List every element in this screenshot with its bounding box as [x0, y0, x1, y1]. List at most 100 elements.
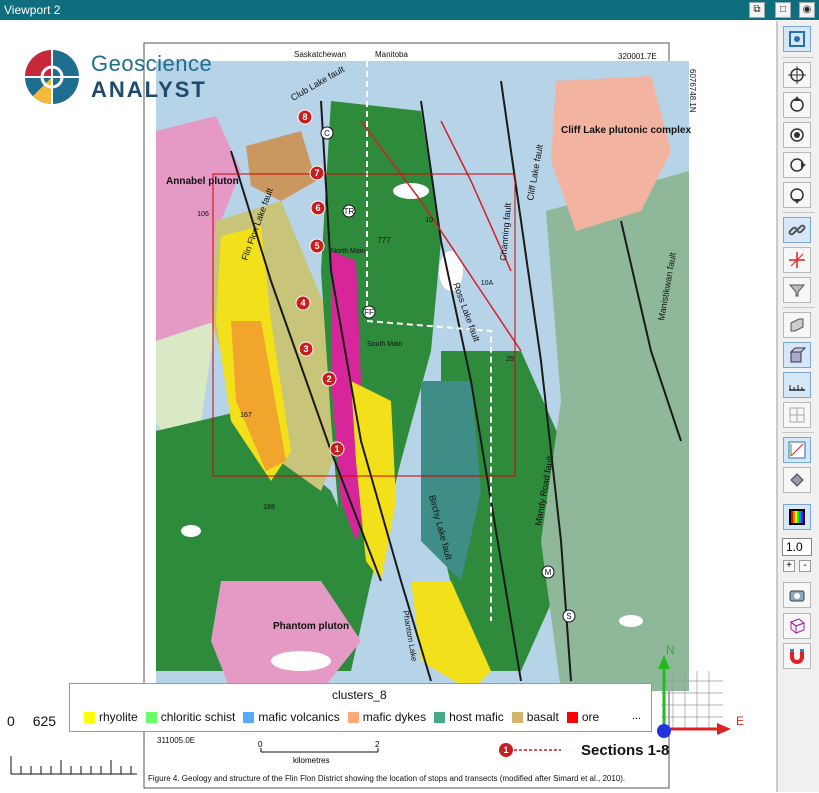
legend-swatch	[145, 711, 157, 723]
stop-1-label: 1	[334, 444, 339, 454]
north-axis-label: N	[666, 643, 675, 657]
paint-button[interactable]	[783, 467, 811, 493]
south-main-label: South Main	[367, 341, 403, 348]
screenshot-button[interactable]	[783, 582, 811, 608]
viewport-canvas[interactable]: 8 7 6 5 4 3 2 1 C TR FF M S 777 10 10A 1…	[1, 21, 777, 792]
perspective-icon	[790, 318, 804, 332]
magnet-button[interactable]	[783, 643, 811, 669]
axes-icon	[788, 441, 806, 459]
zoom-increase-button[interactable]: +	[783, 560, 795, 572]
view-center-icon	[790, 128, 804, 142]
map-coord-bottom: 311005.0E	[157, 736, 195, 745]
map-scale-min: 0	[258, 740, 263, 749]
viewport-toolbar: 1.0 + -	[777, 21, 819, 792]
colormap-icon	[789, 509, 805, 525]
zoom-extents-button[interactable]	[783, 26, 811, 52]
legend-swatch	[511, 711, 523, 723]
map-caption: Figure 4. Geology and structure of the F…	[148, 774, 625, 783]
zoom-extents-icon	[789, 31, 805, 47]
phantom-pluton-label: Phantom pluton	[273, 621, 349, 632]
crosshair-button[interactable]	[783, 247, 811, 273]
camera-icon	[789, 590, 805, 602]
legend-items: rhyolite chloritic schist mafic volcanic…	[84, 710, 607, 724]
ruler-icon	[789, 385, 805, 391]
legend-label: chloritic schist	[160, 710, 236, 724]
view-east-icon	[790, 158, 806, 172]
view-cube-button[interactable]	[783, 613, 811, 639]
viewport-scale-bar: 0 625	[7, 713, 56, 729]
legend-swatch	[84, 711, 95, 723]
logo-line2: ANALYST	[91, 77, 207, 102]
legend-label: rhyolite	[99, 710, 138, 724]
road-29-label: 29	[506, 356, 514, 363]
scale-tick: 625	[32, 713, 57, 729]
view-top-button[interactable]	[783, 62, 811, 88]
map-coord-side: 6076748.1N	[688, 69, 697, 113]
cluster-legend[interactable]: clusters_8 rhyolite chloritic schist maf…	[69, 683, 652, 732]
stop-2-label: 2	[326, 374, 331, 384]
view-south-button[interactable]	[783, 182, 811, 208]
view-north-icon	[790, 96, 804, 112]
box-icon	[789, 347, 807, 363]
view-south-icon	[790, 188, 804, 204]
box-button[interactable]	[783, 342, 811, 368]
paint-bucket-icon	[790, 473, 804, 487]
legend-title: clusters_8	[332, 688, 387, 702]
legend-item-ore: ore	[566, 710, 600, 724]
scale-start: 0	[7, 713, 15, 729]
stop-8-label: 8	[302, 112, 307, 122]
legend-label: mafic volcanics	[258, 710, 340, 724]
map-header-right: Manitoba	[375, 50, 408, 59]
ruler-button[interactable]	[783, 372, 811, 398]
grid-button[interactable]	[783, 402, 811, 428]
filter-button[interactable]	[783, 277, 811, 303]
road-188-label: 188	[263, 504, 275, 511]
map-header-left: Saskatchewan	[294, 50, 346, 59]
link-icon	[788, 224, 806, 236]
geology-map: 8 7 6 5 4 3 2 1 C TR FF M S 777 10 10A 1…	[143, 42, 731, 789]
maximize-button[interactable]: □	[775, 2, 791, 18]
site-ff-label: FF	[364, 308, 374, 317]
stop-5-label: 5	[314, 241, 319, 251]
legend-swatch	[243, 711, 255, 723]
visibility-button[interactable]: ◉	[799, 2, 815, 18]
view-east-button[interactable]	[783, 152, 811, 178]
sections-label: Sections 1-8	[581, 742, 669, 759]
colormap-button[interactable]	[783, 504, 811, 530]
grid-icon	[789, 407, 805, 423]
viewport-titlebar: Viewport 2 ⧉ □ ◉	[0, 0, 819, 20]
legend-swatch	[566, 711, 578, 723]
map-coord-top: 320001.7E	[618, 52, 657, 61]
filter-icon	[788, 284, 806, 297]
zoom-decrease-button[interactable]: -	[799, 560, 811, 572]
site-s-label: S	[566, 612, 571, 621]
stop-4-label: 4	[300, 298, 305, 308]
legend-item-mafic-dykes: mafic dykes	[347, 710, 426, 724]
axes-button[interactable]	[783, 437, 811, 463]
stop-7-label: 7	[314, 168, 319, 178]
undock-button[interactable]: ⧉	[749, 2, 765, 18]
legend-item-mafic-volcanics: mafic volcanics	[243, 710, 340, 724]
view-center-button[interactable]	[783, 122, 811, 148]
road-10-label: 10	[425, 217, 433, 224]
legend-item-chloritic-schist: chloritic schist	[145, 710, 236, 724]
link-views-button[interactable]	[783, 217, 811, 243]
legend-item-host-mafic: host mafic	[434, 710, 504, 724]
view-north-button[interactable]	[783, 92, 811, 118]
legend-label: ore	[581, 710, 600, 724]
map-scale-max: 2	[375, 740, 380, 749]
legend-label: basalt	[526, 710, 559, 724]
legend-swatch	[347, 711, 359, 723]
crosshair-icon	[789, 252, 805, 268]
stop-6-label: 6	[315, 203, 320, 213]
zoom-value-field[interactable]: 1.0	[782, 538, 812, 556]
map-scale-unit: kilometres	[293, 756, 329, 765]
legend-more-button[interactable]: ...	[632, 710, 641, 722]
view-top-icon	[788, 66, 806, 84]
site-m-label: M	[545, 568, 552, 577]
site-777-label: 777	[377, 236, 391, 245]
road-10a-label: 10A	[481, 280, 494, 287]
magnet-icon	[790, 649, 804, 664]
scale-ruler	[10, 756, 137, 775]
perspective-button[interactable]	[783, 312, 811, 338]
